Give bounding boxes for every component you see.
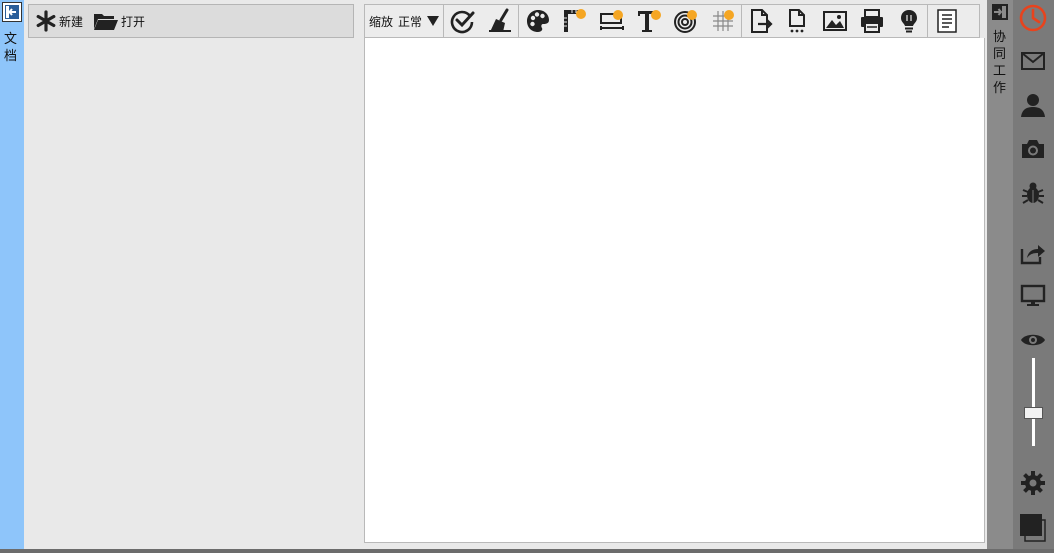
document-lines-icon (936, 9, 957, 33)
grid-icon (712, 10, 734, 31)
tips-button[interactable] (890, 5, 927, 37)
monitor-icon (1020, 284, 1046, 306)
collapse-document-panel-button[interactable] (2, 2, 22, 22)
expand-collaboration-panel-button[interactable] (990, 2, 1010, 22)
text-font-icon (637, 10, 661, 32)
window-bottom-border (0, 549, 1054, 553)
preview-button[interactable] (1017, 325, 1049, 355)
triangle-down-icon (427, 16, 440, 26)
grid-settings-button[interactable] (704, 5, 741, 37)
document-panel-strip: 文 档 (0, 0, 24, 553)
right-sidebar (1013, 0, 1054, 553)
color-palette-button[interactable] (519, 5, 556, 37)
history-button[interactable] (1017, 3, 1049, 33)
share-icon (1020, 245, 1045, 265)
collapse-left-icon (5, 5, 19, 19)
zoom-dropdown[interactable]: 缩放 正常 (365, 5, 445, 37)
settings-button[interactable] (1017, 468, 1049, 498)
bug-report-button[interactable] (1017, 178, 1049, 208)
document-panel-label: 文 档 (4, 31, 18, 63)
mail-icon (1021, 52, 1045, 70)
user-icon (1021, 94, 1045, 117)
window-mode-button[interactable] (1017, 512, 1049, 542)
new-document-label: 新建 (59, 14, 84, 29)
eye-icon (1021, 334, 1045, 346)
share-button[interactable] (1017, 238, 1049, 268)
line-spacing-button[interactable] (667, 5, 704, 37)
zoom-slider-thumb[interactable] (1024, 407, 1043, 420)
insert-image-button[interactable] (816, 5, 853, 37)
printer-icon (860, 9, 883, 33)
zoom-label: 缩放 (369, 14, 394, 29)
bug-icon (1022, 182, 1044, 204)
broom-icon (488, 8, 511, 32)
editor-toolbar: 缩放 正常 (364, 4, 980, 38)
sign-in-icon (992, 4, 1008, 20)
spiral-icon (673, 10, 697, 33)
collaboration-panel-label: 协 同 工 作 (993, 29, 1007, 95)
palette-icon (526, 10, 549, 32)
open-document-button[interactable]: 打开 (93, 11, 145, 31)
width-ruler-icon (599, 10, 624, 30)
screenshot-button[interactable] (1017, 134, 1049, 164)
presentation-button[interactable] (1017, 281, 1049, 311)
camera-icon (1022, 140, 1044, 158)
page-width-button[interactable] (593, 5, 630, 37)
messages-button[interactable] (1017, 46, 1049, 76)
spellcheck-button[interactable] (444, 5, 481, 37)
folder-open-icon (94, 14, 119, 30)
print-button[interactable] (853, 5, 890, 37)
file-export-icon (750, 9, 773, 33)
lightbulb-icon (900, 10, 917, 33)
export-document-button[interactable] (742, 5, 779, 37)
new-document-button[interactable]: 新建 (35, 10, 83, 32)
document-toolbar: 新建 打开 (28, 4, 354, 38)
page-break-button[interactable] (779, 5, 816, 37)
restore-window-icon (1020, 514, 1046, 542)
zoom-slider-track[interactable] (1032, 358, 1035, 446)
user-button[interactable] (1017, 90, 1049, 120)
image-icon (822, 11, 847, 31)
toolbar-group-insert (742, 5, 929, 37)
check-circle-icon (450, 10, 475, 34)
clear-format-button[interactable] (481, 5, 518, 37)
collaboration-panel-strip: 协 同 工 作 (987, 0, 1013, 553)
gear-icon (1021, 471, 1045, 495)
file-dots-icon (788, 9, 805, 33)
clock-icon (1019, 4, 1047, 32)
ruler-corner-icon (563, 9, 586, 32)
toolbar-group-check (444, 5, 520, 37)
document-panel: 新建 打开 (24, 0, 360, 553)
margin-settings-button[interactable] (556, 5, 593, 37)
document-outline-button[interactable] (928, 5, 965, 37)
font-settings-button[interactable] (630, 5, 667, 37)
toolbar-group-format (519, 5, 743, 37)
open-document-label: 打开 (121, 14, 146, 29)
document-editor-canvas[interactable] (364, 38, 985, 543)
asterisk-icon (36, 10, 56, 32)
zoom-value: 正常 (398, 14, 423, 29)
